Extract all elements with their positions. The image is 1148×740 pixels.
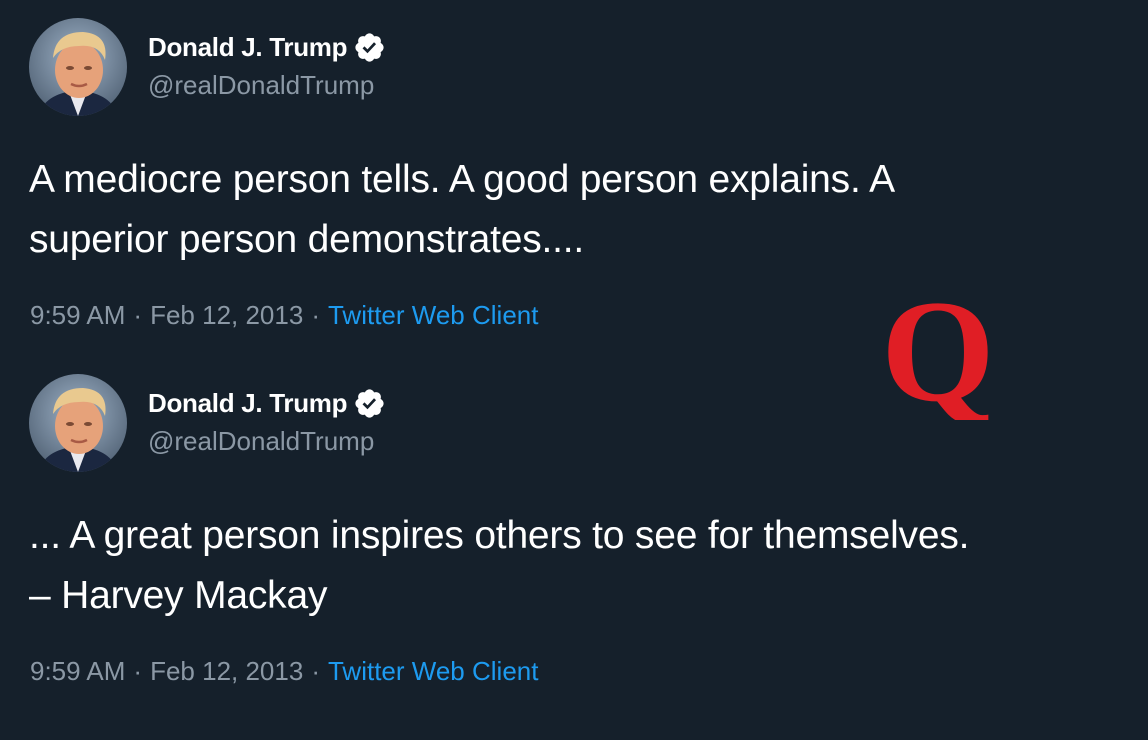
q-logo: Q bbox=[880, 270, 996, 432]
separator: · bbox=[311, 656, 320, 686]
tweet-text-line: ... A great person inspires others to se… bbox=[29, 514, 970, 557]
avatar[interactable] bbox=[29, 18, 127, 116]
display-name[interactable]: Donald J. Trump bbox=[148, 32, 347, 63]
tweet-source-link[interactable]: Twitter Web Client bbox=[328, 656, 538, 686]
verified-badge-icon bbox=[353, 387, 386, 420]
tweet-text-line: A mediocre person tells. A good person e… bbox=[29, 158, 895, 201]
avatar[interactable] bbox=[29, 374, 127, 472]
separator: · bbox=[133, 300, 143, 330]
tweet-text: ... A great person inspires others to se… bbox=[29, 506, 1139, 626]
tweet-meta: 9:59 AM · Feb 12, 2013 · Twitter Web Client bbox=[30, 656, 538, 687]
handle[interactable]: @realDonaldTrump bbox=[148, 426, 374, 457]
tweet-text-line: superior person demonstrates.... bbox=[29, 218, 585, 261]
author-row: Donald J. Trump bbox=[148, 386, 386, 420]
tweet-source-link[interactable]: Twitter Web Client bbox=[328, 300, 538, 330]
display-name[interactable]: Donald J. Trump bbox=[148, 388, 347, 419]
author-row: Donald J. Trump bbox=[148, 30, 386, 64]
separator: · bbox=[133, 656, 143, 686]
separator: · bbox=[311, 300, 320, 330]
tweet-text: A mediocre person tells. A good person e… bbox=[29, 150, 1139, 270]
handle[interactable]: @realDonaldTrump bbox=[148, 70, 374, 101]
tweet-date[interactable]: Feb 12, 2013 bbox=[150, 656, 303, 686]
tweet-meta: 9:59 AM · Feb 12, 2013 · Twitter Web Client bbox=[30, 300, 538, 331]
tweet-date[interactable]: Feb 12, 2013 bbox=[150, 300, 303, 330]
tweet-text-line: – Harvey Mackay bbox=[29, 574, 328, 617]
tweet-time[interactable]: 9:59 AM bbox=[30, 656, 125, 686]
tweet-time[interactable]: 9:59 AM bbox=[30, 300, 125, 330]
q-letter: Q bbox=[881, 288, 995, 420]
verified-badge-icon bbox=[353, 31, 386, 64]
